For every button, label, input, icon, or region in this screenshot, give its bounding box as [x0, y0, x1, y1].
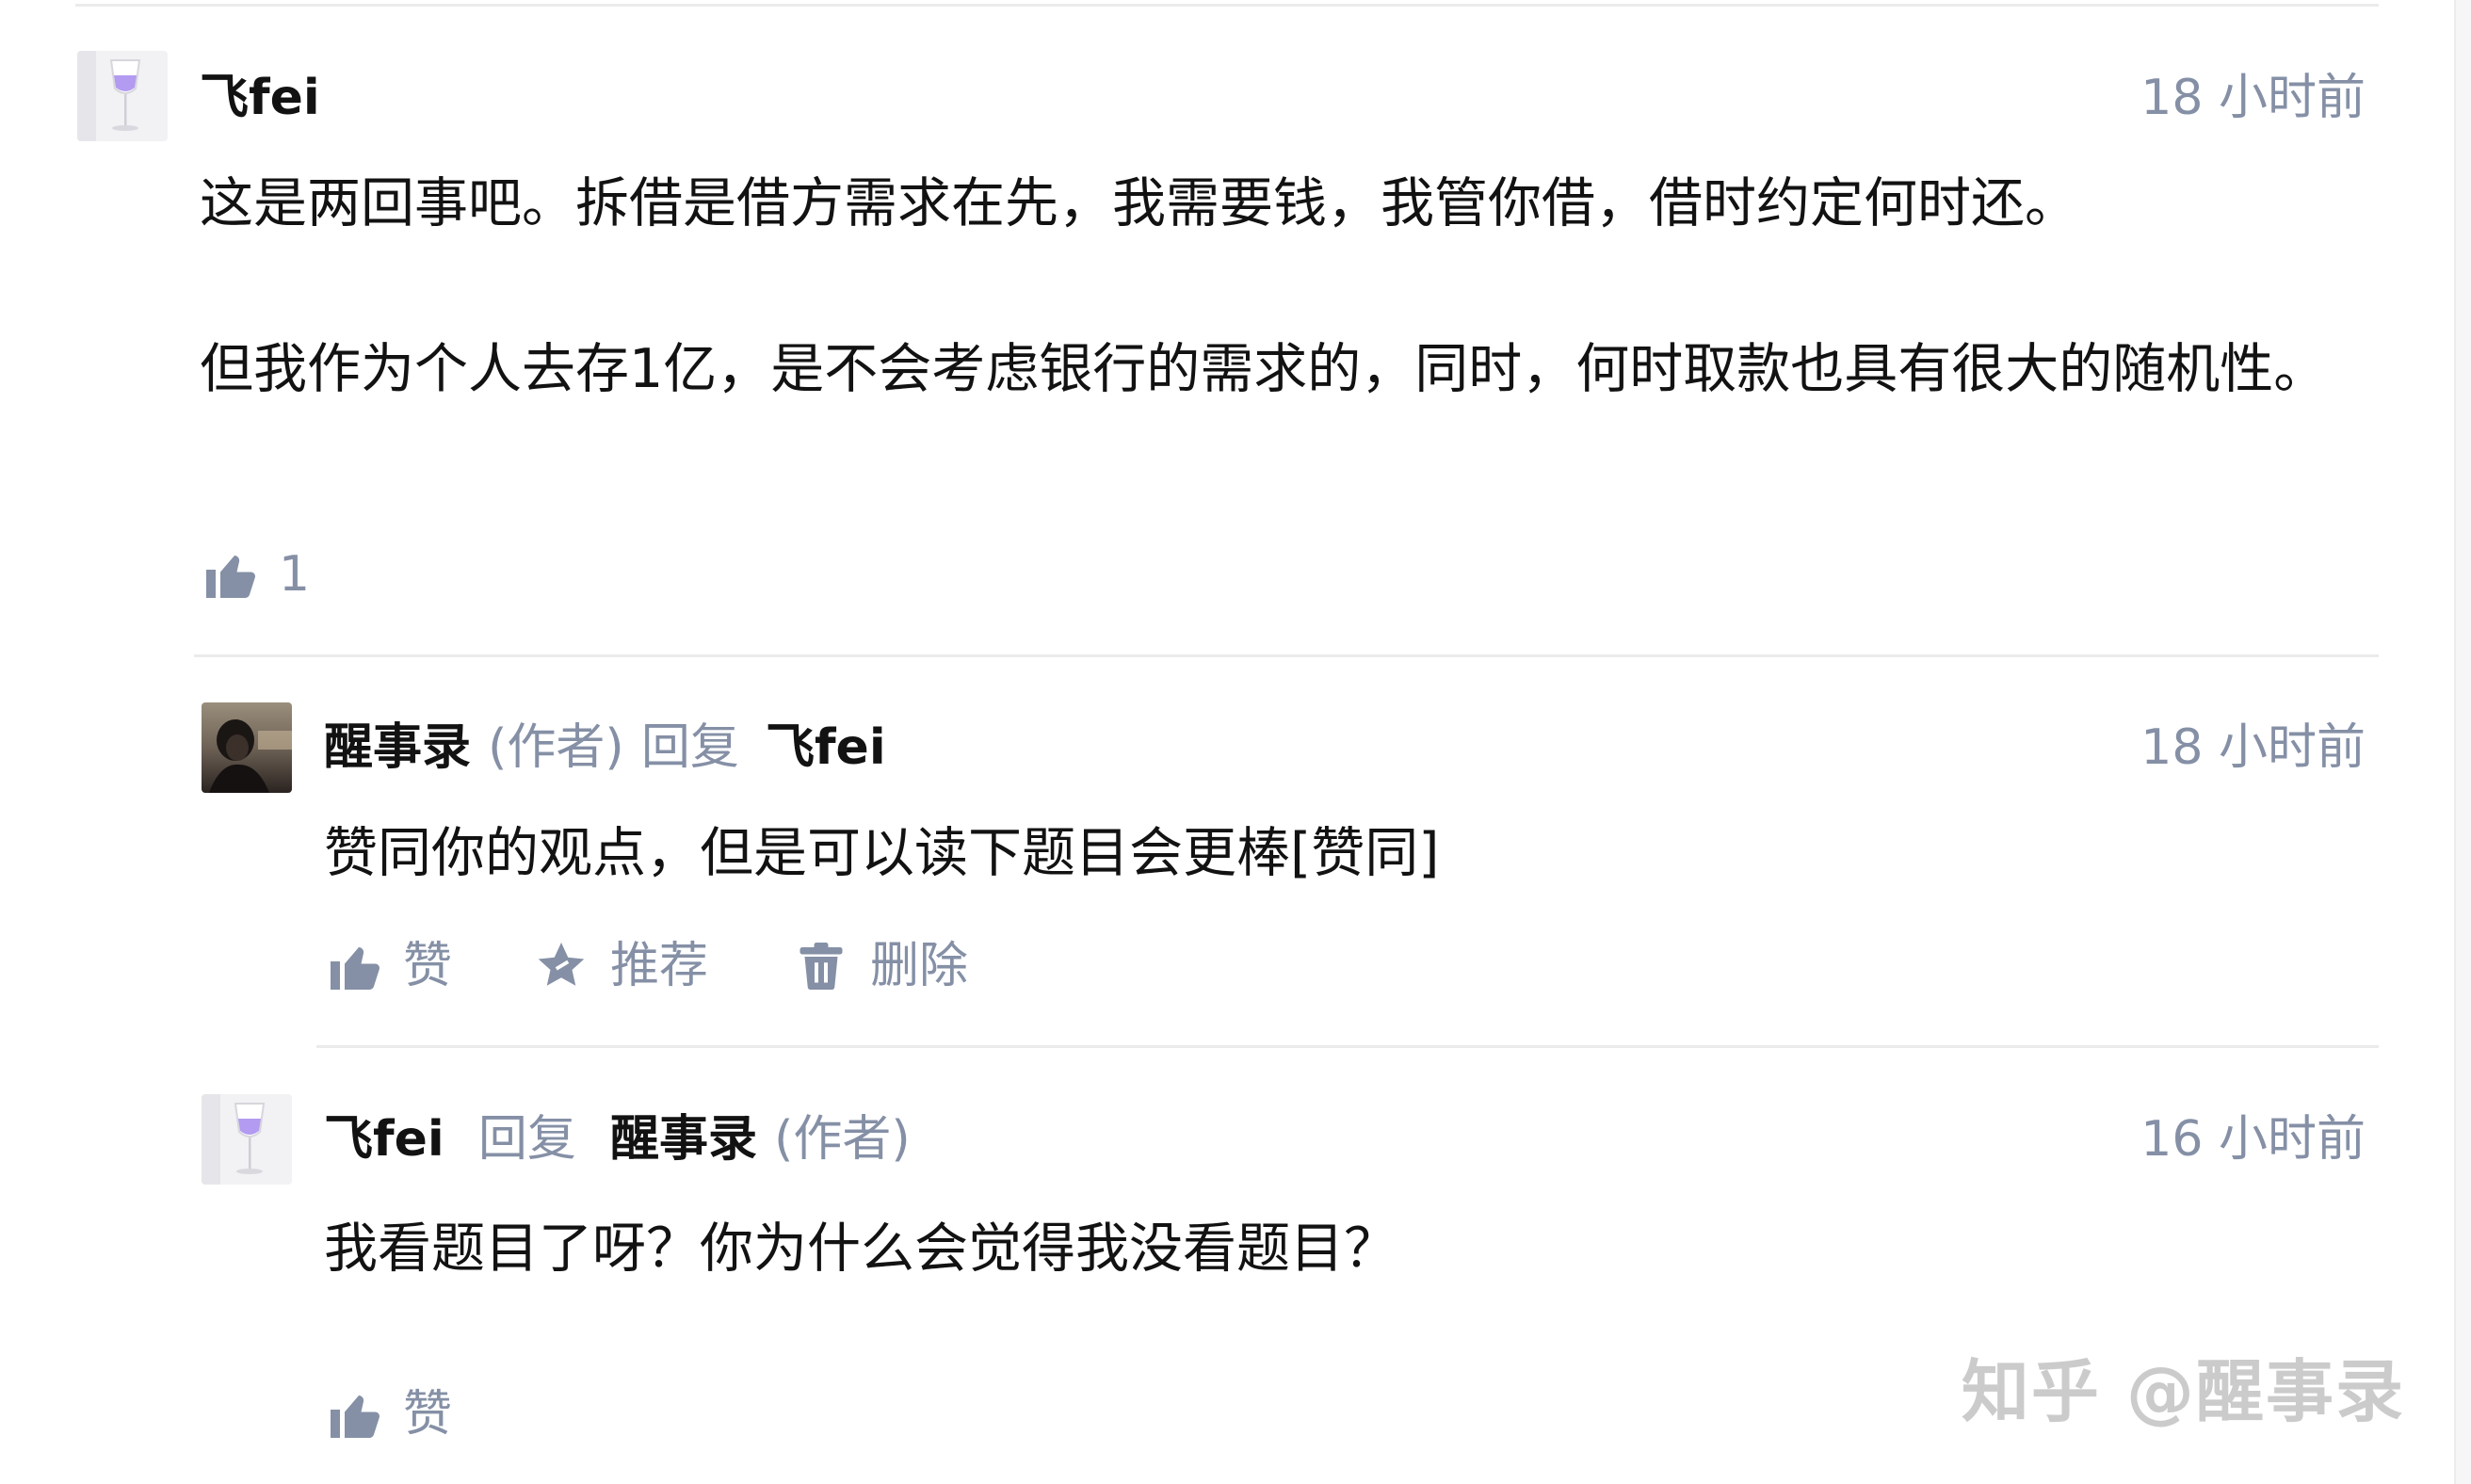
avatar[interactable] — [202, 702, 292, 793]
comment-author-name[interactable]: 飞fei — [200, 73, 320, 122]
reply-time: 18 小时前 — [2140, 719, 2366, 776]
comment-paragraph: 这是两回事吧。拆借是借方需求在先，我需要钱，我管你借，借时约定何时还。 — [200, 172, 2078, 234]
reply-word: 回复 — [477, 1111, 576, 1168]
recommend-button[interactable]: 推荐 — [533, 938, 708, 994]
wine-glass-avatar-image — [202, 1094, 292, 1185]
wine-glass-avatar-image — [77, 51, 168, 141]
reply-to-name[interactable]: 醒事录 — [610, 1111, 757, 1168]
comment-content: 这是两回事吧。拆借是借方需求在先，我需要钱，我管你借，借时约定何时还。 但我作为… — [200, 160, 2366, 412]
reply-author-name[interactable]: 飞fei — [324, 1111, 444, 1168]
reply-time: 16 小时前 — [2140, 1111, 2366, 1168]
trash-icon — [799, 943, 843, 990]
like-label: 赞 — [403, 1386, 453, 1443]
like-button[interactable]: 赞 — [326, 938, 452, 994]
delete-label: 删除 — [870, 938, 969, 994]
delete-button[interactable]: 删除 — [793, 938, 968, 994]
author-tag: (作者) — [488, 719, 624, 776]
person-avatar-image — [202, 702, 292, 793]
thumbs-up-icon — [206, 556, 255, 598]
avatar[interactable] — [77, 51, 168, 141]
reply-header: 醒事录 (作者) 回复 飞fei — [324, 723, 886, 772]
scrollbar[interactable] — [2454, 0, 2471, 1484]
reply-content: 赞同你的观点，但是可以读下题目会更棒[赞同] — [324, 822, 1440, 884]
comment-paragraph: 但我作为个人去存1亿，是不会考虑银行的需求的，同时，何时取款也具有很大的随机性。 — [200, 338, 2328, 400]
reply-to-name[interactable]: 飞fei — [766, 719, 886, 776]
reply-content: 我看题目了呀？你为什么会觉得我没看题目？ — [324, 1218, 1397, 1280]
reply-author-name[interactable]: 醒事录 — [324, 719, 471, 776]
zhihu-watermark: 知乎 @醒事录 — [1961, 1352, 2405, 1431]
reply-divider — [194, 654, 2379, 657]
like-button[interactable]: 1 — [202, 546, 310, 603]
star-pin-icon — [538, 943, 585, 986]
thumbs-up-icon — [331, 1395, 380, 1438]
author-tag: (作者) — [774, 1111, 911, 1168]
like-label: 赞 — [403, 938, 453, 994]
thumbs-up-icon — [331, 947, 380, 990]
comment-time: 18 小时前 — [2140, 70, 2366, 126]
reply-divider — [316, 1045, 2379, 1048]
like-button[interactable]: 赞 — [326, 1386, 452, 1443]
like-count: 1 — [279, 546, 311, 603]
recommend-label: 推荐 — [610, 938, 709, 994]
reply-word: 回复 — [640, 719, 739, 776]
top-divider — [75, 4, 2379, 7]
avatar[interactable] — [202, 1094, 292, 1185]
reply-header: 飞fei 回复 醒事录 (作者) — [324, 1115, 911, 1164]
